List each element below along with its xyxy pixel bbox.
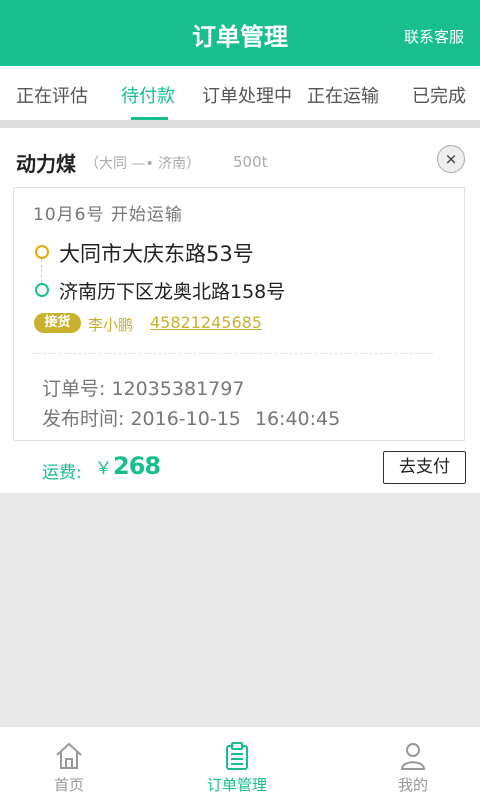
tab-pending-payment[interactable]: 待付款	[121, 82, 175, 108]
app-header: 订单管理 联系客服	[0, 0, 480, 66]
origin-dot-icon	[35, 245, 49, 259]
tab-completed[interactable]: 已完成	[412, 82, 466, 108]
origin-address: 大同市大庆东路53号	[59, 242, 254, 266]
nav-item-home[interactable]: 首页	[9, 727, 129, 800]
order-number-value: 12035381797	[111, 378, 245, 400]
nav-item-orders[interactable]: 订单管理	[177, 727, 297, 800]
route-from: （大同	[85, 156, 127, 172]
receiver-phone-link[interactable]: 45821245685	[150, 313, 262, 332]
tab-processing[interactable]: 订单处理中	[202, 82, 292, 108]
close-icon[interactable]: ×	[437, 145, 465, 173]
detail-divider	[33, 353, 433, 354]
user-icon	[400, 743, 426, 770]
order-status-tabs: 正在评估 待付款 订单处理中 正在运输 已完成	[0, 66, 480, 120]
freight-fee-label: 运费:	[42, 463, 82, 483]
route-arrow-icon: —•	[131, 156, 154, 172]
receiver-badge: 接货	[34, 313, 81, 333]
route-connector	[41, 259, 42, 283]
tab-in-transit[interactable]: 正在运输	[307, 82, 379, 108]
freight-fee-amount: 268	[113, 452, 161, 480]
destination-dot-icon	[35, 283, 49, 297]
publish-time-value: 16:40:45	[254, 408, 341, 430]
order-card: 动力煤 （大同 —• 济南） 500t × 10月6号 开始运输 大同市大庆东路…	[0, 128, 480, 493]
bottom-navigation: 首页 订单管理 我的	[0, 726, 480, 800]
freight-fee-value: ￥268	[95, 452, 161, 480]
receiver-name: 李小鹏	[88, 316, 134, 334]
publish-date-value: 2016-10-15	[130, 408, 241, 430]
cargo-weight: 500t	[233, 153, 268, 171]
home-icon	[56, 742, 82, 769]
nav-label-orders: 订单管理	[206, 776, 267, 794]
order-number-label: 订单号:	[42, 378, 106, 400]
route-to: 济南）	[158, 156, 201, 172]
nav-label-home: 首页	[53, 776, 84, 794]
order-detail-box: 10月6号 开始运输 大同市大庆东路53号 济南历下区龙奥北路158号 接货 李…	[13, 187, 465, 441]
pay-button[interactable]: 去支付	[383, 451, 466, 484]
route-summary: （大同 —• 济南）	[85, 153, 200, 173]
currency-symbol: ￥	[95, 459, 112, 479]
clipboard-icon	[226, 742, 248, 770]
order-number: 订单号: 12035381797	[42, 374, 244, 401]
transport-start-date: 10月6号 开始运输	[33, 205, 183, 225]
publish-time-label: 发布时间:	[42, 408, 125, 430]
publish-time: 发布时间: 2016-10-15 16:40:45	[42, 404, 340, 431]
tabs-separator	[0, 120, 480, 128]
destination-address: 济南历下区龙奥北路158号	[59, 281, 286, 303]
goods-name: 动力煤	[16, 152, 76, 176]
nav-label-mine: 我的	[397, 776, 428, 794]
contact-service-link[interactable]: 联系客服	[404, 26, 464, 47]
tab-evaluating[interactable]: 正在评估	[16, 82, 88, 108]
nav-item-mine[interactable]: 我的	[353, 727, 473, 800]
